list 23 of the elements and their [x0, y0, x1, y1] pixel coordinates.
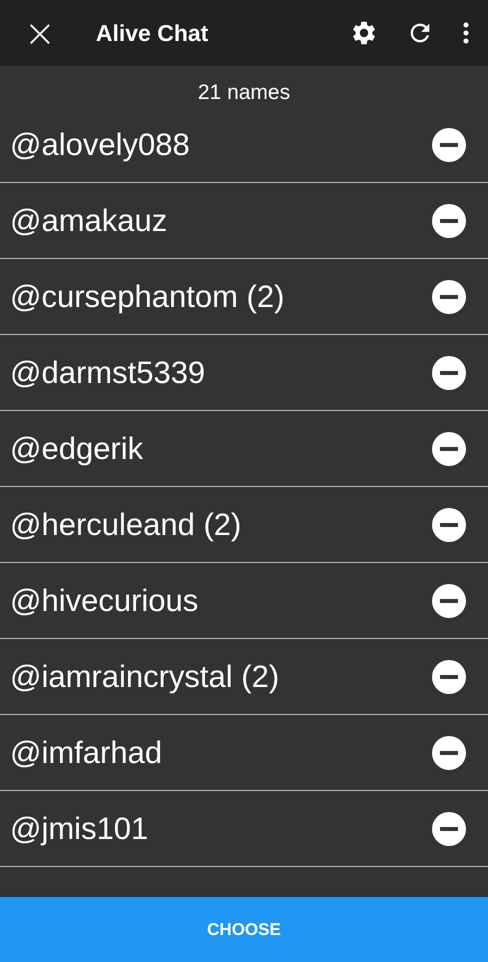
user-name: @amakauz	[10, 202, 168, 238]
name-count: 21 names	[196, 80, 292, 106]
remove-icon[interactable]	[432, 356, 466, 390]
remove-icon[interactable]	[432, 128, 466, 162]
user-name: @cursephantom (2)	[10, 278, 286, 314]
remove-icon[interactable]	[432, 204, 466, 238]
remove-icon[interactable]	[432, 432, 466, 466]
user-name: @alovely088	[10, 126, 191, 162]
app-title: Alive Chat	[96, 20, 210, 46]
close-button[interactable]: ×	[20, 14, 60, 52]
remove-icon[interactable]	[432, 508, 466, 542]
user-name: @hivecurious	[10, 582, 200, 618]
remove-icon[interactable]	[432, 736, 466, 770]
remove-icon[interactable]	[432, 584, 466, 618]
remove-icon[interactable]	[432, 812, 466, 846]
user-name: @edgerik	[10, 430, 144, 466]
user-name: @darmst5339	[10, 354, 206, 390]
user-name: @iamraincrystal (2)	[10, 658, 280, 694]
user-name: @imfarhad	[10, 734, 164, 770]
remove-icon[interactable]	[432, 280, 466, 314]
user-name: @herculeand (2)	[10, 506, 242, 542]
remove-icon[interactable]	[432, 660, 466, 694]
user-name: @jmis101	[10, 810, 150, 846]
